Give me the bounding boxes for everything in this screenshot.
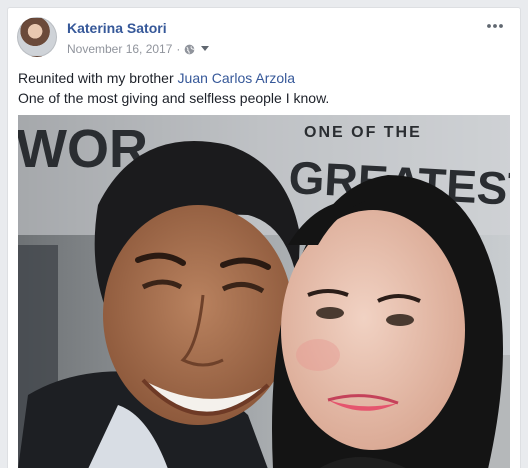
post-photo[interactable]: WOR ONE OF THE GREATEST: [18, 115, 510, 468]
post-message: Reunited with my brother Juan Carlos Arz…: [18, 68, 508, 108]
post-timestamp[interactable]: November 16, 2017: [67, 42, 172, 56]
post-message-line-1: Reunited with my brother Juan Carlos Arz…: [18, 68, 508, 88]
feed-post: Katerina Satori November 16, 2017 · Reun…: [7, 7, 521, 468]
photo-banner-small-text: ONE OF THE: [304, 124, 422, 141]
post-message-line-2: One of the most giving and selfless peop…: [18, 90, 330, 106]
more-horizontal-icon[interactable]: [485, 19, 505, 33]
photo-illustration: WOR ONE OF THE GREATEST: [18, 115, 510, 468]
author-name[interactable]: Katerina Satori: [67, 20, 167, 36]
post-meta: November 16, 2017 ·: [67, 42, 210, 56]
meta-separator: ·: [176, 42, 181, 56]
caret-down-icon[interactable]: [201, 46, 210, 52]
globe-icon: [185, 44, 195, 54]
post-text-prefix: Reunited with my brother: [18, 70, 178, 86]
post-header: Katerina Satori November 16, 2017 ·: [17, 17, 507, 59]
author-avatar[interactable]: [17, 17, 57, 57]
mentioned-person-link[interactable]: Juan Carlos Arzola: [178, 70, 296, 86]
